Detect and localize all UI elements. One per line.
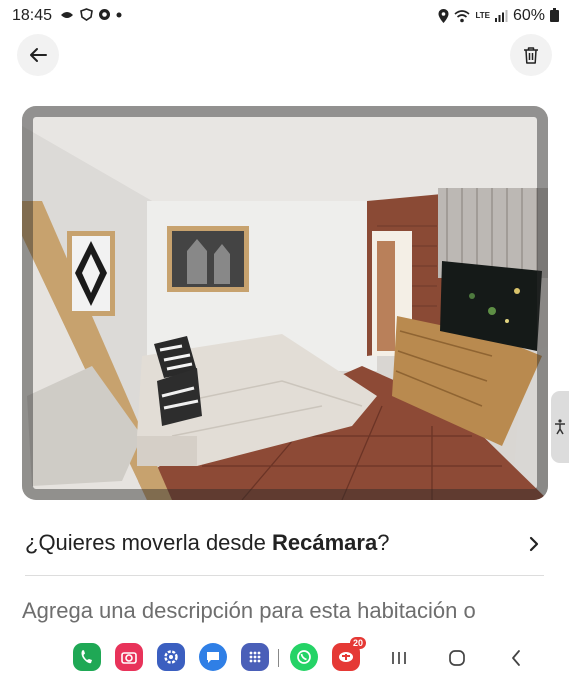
grid-icon bbox=[249, 651, 261, 663]
messages-app-icon[interactable] bbox=[199, 643, 227, 671]
move-room-row[interactable]: ¿Quieres moverla desde Recámara? bbox=[0, 520, 569, 570]
camera-icon bbox=[121, 652, 137, 664]
accessibility-icon bbox=[555, 419, 565, 435]
chrome-icon bbox=[99, 9, 110, 20]
description-input[interactable]: Agrega una descripción para esta habitac… bbox=[22, 598, 552, 624]
move-room-text: ¿Quieres moverla desde Recámara? bbox=[25, 530, 389, 556]
arrow-left-icon bbox=[30, 48, 47, 62]
move-prompt-prefix: ¿Quieres moverla desde bbox=[25, 530, 272, 555]
chevron-left-icon bbox=[512, 650, 520, 666]
battery-percent: 60% bbox=[512, 7, 545, 24]
signal-icon bbox=[494, 10, 508, 22]
notification-icons bbox=[59, 8, 122, 21]
apps-grid-icon[interactable] bbox=[241, 643, 269, 671]
whatsapp-icon bbox=[297, 650, 311, 664]
wifi-icon bbox=[454, 9, 470, 22]
back-nav-button[interactable] bbox=[503, 645, 529, 671]
fan-icon bbox=[61, 11, 73, 18]
recent-apps-button[interactable] bbox=[386, 645, 412, 671]
home-icon bbox=[449, 650, 465, 666]
chat-icon bbox=[207, 652, 219, 663]
phone-icon bbox=[81, 650, 92, 664]
bedroom-photo bbox=[22, 106, 548, 500]
back-button[interactable] bbox=[17, 34, 59, 76]
accessibility-button[interactable] bbox=[551, 391, 569, 463]
status-time: 18:45 bbox=[12, 7, 53, 24]
notification-badge: 20 bbox=[349, 637, 366, 649]
move-prompt-suffix: ? bbox=[377, 530, 390, 555]
mercado-app-icon[interactable]: 20 bbox=[332, 637, 366, 671]
home-button[interactable] bbox=[444, 645, 470, 671]
gear-icon bbox=[164, 650, 178, 664]
settings-app-icon[interactable] bbox=[157, 643, 185, 671]
current-room-name: Recámara bbox=[272, 530, 378, 555]
trash-icon bbox=[524, 47, 538, 64]
status-bar: 18:45 LTE 60% bbox=[0, 0, 569, 32]
camera-app-icon[interactable] bbox=[115, 643, 143, 671]
room-photo[interactable] bbox=[22, 106, 548, 500]
phone-app-icon[interactable] bbox=[73, 643, 101, 671]
dot-icon bbox=[116, 12, 122, 17]
delete-button[interactable] bbox=[510, 34, 552, 76]
network-label: LTE bbox=[475, 11, 490, 20]
shop-icon bbox=[339, 652, 353, 662]
chevron-right-icon bbox=[529, 536, 539, 552]
location-icon bbox=[438, 9, 449, 23]
divider bbox=[25, 575, 544, 576]
shield-icon bbox=[80, 8, 93, 21]
whatsapp-app-icon[interactable] bbox=[290, 643, 318, 671]
battery-icon bbox=[550, 8, 559, 22]
navigation-bar: 20 bbox=[0, 637, 569, 683]
dock-separator bbox=[278, 649, 279, 667]
recent-apps-icon bbox=[392, 652, 406, 664]
system-status: LTE 60% bbox=[438, 7, 559, 25]
